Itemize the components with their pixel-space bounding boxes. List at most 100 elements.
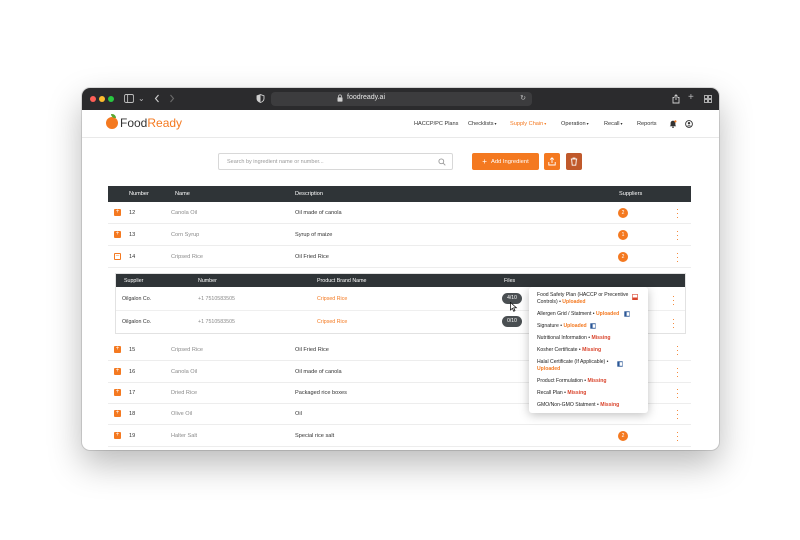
- nav-operation[interactable]: Operation▾: [561, 121, 589, 127]
- expand-plus-icon[interactable]: +: [114, 389, 121, 396]
- lock-icon: [337, 94, 343, 102]
- expand-plus-icon[interactable]: +: [114, 231, 121, 238]
- nav-recall-label: Recall: [604, 121, 620, 127]
- row-number: 18: [129, 411, 136, 417]
- new-tab-icon[interactable]: +: [688, 93, 694, 103]
- upload-button[interactable]: [544, 153, 560, 170]
- file-label: Nutritional Information: [537, 335, 587, 341]
- row-description: Oil made of canola: [295, 369, 342, 375]
- user-icon[interactable]: [685, 120, 693, 128]
- more-options-icon[interactable]: · · ·: [676, 342, 679, 359]
- col-number: Number: [129, 191, 149, 197]
- more-options-icon[interactable]: · · ·: [676, 364, 679, 381]
- chevron-down-icon: ▾: [494, 121, 497, 126]
- search-icon[interactable]: [438, 158, 446, 166]
- files-status-popover: Food Safety Plan (HACCP or Precentive Co…: [529, 287, 648, 413]
- more-options-icon[interactable]: · · ·: [676, 406, 679, 423]
- logo-text-food: Food: [120, 116, 148, 130]
- file-status-item[interactable]: Halal Certificate (If Applicable) • Uplo…: [537, 359, 617, 373]
- supplier-name: Oilgalon Co.: [122, 319, 152, 325]
- file-status-item[interactable]: Allergen Grid / Statment • Uploaded: [537, 311, 637, 318]
- row-name: Canola Oil: [171, 210, 198, 216]
- chevron-down-icon: ▾: [620, 121, 623, 126]
- close-window-button[interactable]: [90, 96, 96, 102]
- upload-icon: [548, 157, 556, 166]
- word-icon[interactable]: [590, 323, 596, 329]
- expand-plus-icon[interactable]: +: [114, 410, 121, 417]
- expand-plus-icon[interactable]: +: [114, 346, 121, 353]
- file-status-item[interactable]: Kosher Certificate • Missing: [537, 347, 637, 354]
- browser-titlebar: ⌄ foodready.ai ↻ +: [82, 88, 719, 110]
- suppliers-count-badge[interactable]: 1: [618, 230, 628, 240]
- chevron-down-icon: ▾: [544, 121, 547, 126]
- suppliers-count-badge[interactable]: 2: [618, 208, 628, 218]
- nav-recall[interactable]: Recall▾: [604, 121, 623, 127]
- file-status-item[interactable]: Signature • Uploaded: [537, 323, 637, 330]
- forward-icon[interactable]: [169, 94, 175, 103]
- suppliers-count-badge[interactable]: 2: [618, 431, 628, 441]
- address-bar[interactable]: foodready.ai ↻: [271, 92, 532, 106]
- row-name: Halter Salt: [171, 433, 198, 439]
- word-icon[interactable]: [624, 311, 630, 317]
- add-ingredient-button[interactable]: + Add Ingredient: [472, 153, 539, 170]
- word-icon[interactable]: [617, 361, 623, 367]
- more-options-icon[interactable]: · · ·: [672, 292, 675, 309]
- collapse-minus-icon[interactable]: –: [114, 253, 121, 260]
- file-status-item[interactable]: GMO/Non-GMO Statment • Missing: [537, 402, 647, 409]
- table-row[interactable]: + 12 Canola Oil Oil made of canola 2 · · ·: [108, 202, 691, 224]
- chevron-down-icon[interactable]: ⌄: [138, 94, 145, 104]
- files-count-pill[interactable]: 0/10: [502, 316, 522, 327]
- row-description: Packaged rice boxes: [295, 390, 347, 396]
- more-options-icon[interactable]: · · ·: [672, 315, 675, 332]
- brand-link[interactable]: Cripsed Rice: [317, 319, 347, 325]
- expand-plus-icon[interactable]: +: [114, 368, 121, 375]
- file-status: Uploaded: [563, 323, 587, 329]
- file-label: Product Formulation: [537, 378, 583, 384]
- nav-reports[interactable]: Reports: [637, 121, 657, 127]
- file-status-item[interactable]: Food Safety Plan (HACCP or Precentive Co…: [537, 292, 637, 306]
- row-number: 13: [129, 232, 136, 238]
- table-row[interactable]: + 13 Corn Syrup Syrup of maize 1 · · ·: [108, 224, 691, 246]
- row-description: Oil made of canola: [295, 210, 342, 216]
- supplier-phone: +1 7510583505: [198, 296, 235, 302]
- file-status-item[interactable]: Nutritional Information • Missing: [537, 335, 637, 342]
- file-status-item[interactable]: Product Formulation • Missing: [537, 378, 637, 385]
- logo-text-ready: Ready: [147, 116, 183, 130]
- reload-icon[interactable]: ↻: [520, 94, 526, 102]
- file-label: Halal Certificate (If Applicable): [537, 359, 606, 365]
- delete-button[interactable]: [566, 153, 582, 170]
- maximize-window-button[interactable]: [108, 96, 114, 102]
- tab-overview-icon[interactable]: [704, 95, 712, 103]
- file-status: Uploaded: [595, 311, 620, 317]
- table-row-expanded[interactable]: – 14 Cripsed Rice Oil Fried Rice 2 · · ·: [108, 246, 691, 268]
- expand-plus-icon[interactable]: +: [114, 209, 121, 216]
- more-options-icon[interactable]: · · ·: [676, 385, 679, 402]
- logo-mark-icon: [106, 114, 118, 129]
- sidebar-toggle-icon[interactable]: [124, 94, 134, 103]
- nav-supply-chain-label: Supply Chain: [510, 121, 544, 127]
- minimize-window-button[interactable]: [99, 96, 105, 102]
- more-options-icon[interactable]: · · ·: [676, 205, 679, 222]
- nav-supply-chain[interactable]: Supply Chain▾: [510, 121, 546, 127]
- add-ingredient-label: Add Ingredient: [490, 158, 529, 165]
- file-label: Kosher Certificate: [537, 347, 578, 353]
- row-name: Cripsed Rice: [171, 347, 204, 353]
- bell-icon[interactable]: [669, 120, 677, 128]
- expand-plus-icon[interactable]: +: [114, 432, 121, 439]
- suppliers-count-badge[interactable]: 2: [618, 252, 628, 262]
- foodready-logo[interactable]: Food Ready: [106, 114, 183, 130]
- shield-icon[interactable]: [256, 94, 265, 103]
- nav-haccp-plans[interactable]: HACCP/PC Plans: [414, 121, 458, 127]
- pdf-icon[interactable]: [632, 294, 638, 300]
- more-options-icon[interactable]: · · ·: [676, 227, 679, 244]
- share-icon[interactable]: [672, 94, 680, 104]
- nav-checklists[interactable]: Checklists▾: [468, 121, 497, 127]
- more-options-icon[interactable]: · · ·: [676, 428, 679, 445]
- back-icon[interactable]: [154, 94, 160, 103]
- file-status-item[interactable]: Recall Plan • Missing: [537, 390, 637, 397]
- brand-link[interactable]: Cripsed Rice: [317, 296, 347, 302]
- more-options-icon[interactable]: · · ·: [676, 249, 679, 266]
- supplier-name: Oilgalon Co.: [122, 296, 152, 302]
- table-row[interactable]: + 19 Halter Salt Special rice salt 2 · · ·: [108, 425, 691, 447]
- ingredient-search-input[interactable]: Search by ingredient name or number...: [218, 153, 453, 170]
